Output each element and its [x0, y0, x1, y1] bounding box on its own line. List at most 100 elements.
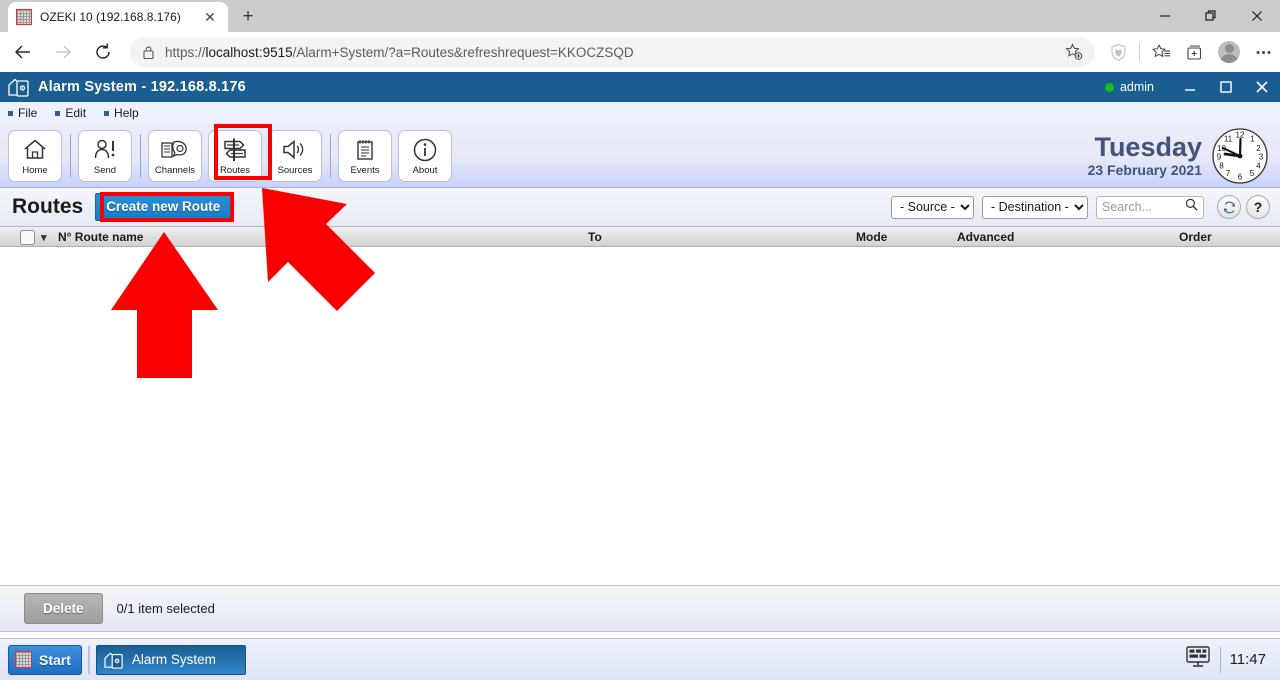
- browser-tab-strip: OZEKI 10 (192.168.8.176) ✕ +: [0, 0, 1280, 32]
- tracking-prevention-shield-icon[interactable]: [1101, 35, 1135, 69]
- back-icon[interactable]: [6, 35, 40, 69]
- online-status-dot: [1104, 82, 1114, 92]
- start-menu-icon: [15, 651, 32, 668]
- question-mark-label: ?: [1253, 199, 1263, 215]
- column-header-to[interactable]: To: [588, 230, 602, 244]
- toolbar-button-channels[interactable]: Channels: [148, 129, 202, 182]
- column-header-mode[interactable]: Mode: [856, 230, 887, 244]
- column-header-order[interactable]: Order: [1179, 230, 1212, 244]
- browser-tab[interactable]: OZEKI 10 (192.168.8.176) ✕: [8, 2, 228, 32]
- taskbar-clock[interactable]: 11:47: [1230, 651, 1266, 668]
- app-maximize-button[interactable]: [1208, 72, 1244, 102]
- svg-text:4: 4: [1256, 162, 1261, 171]
- menu-bullet-icon: [104, 110, 110, 116]
- create-new-route-button[interactable]: Create new Route: [95, 193, 232, 221]
- add-favorite-icon[interactable]: [1065, 43, 1083, 61]
- app-title: Alarm System - 192.168.8.176: [38, 79, 246, 95]
- toolbar-button-about-label: About: [412, 164, 438, 176]
- routes-table-header: ▾ N° Route name To Mode Advanced Order: [0, 226, 1280, 247]
- menu-item-help[interactable]: Help: [104, 106, 139, 120]
- column-header-advanced[interactable]: Advanced: [957, 230, 1014, 244]
- search-input[interactable]: [1102, 200, 1185, 214]
- screen: OZEKI 10 (192.168.8.176) ✕ + https://loc…: [0, 0, 1280, 680]
- toolbar-button-events-label: Events: [350, 164, 380, 176]
- toolbar-button-routes[interactable]: Routes: [208, 129, 262, 182]
- send-person-icon: [92, 136, 118, 164]
- toolbar-button-about[interactable]: About: [398, 129, 452, 182]
- display-icon[interactable]: [1185, 645, 1211, 674]
- browser-window-controls: [1142, 0, 1280, 32]
- column-header-route-name[interactable]: N° Route name: [58, 230, 143, 244]
- page-title: Routes: [12, 195, 84, 218]
- reload-icon[interactable]: [86, 35, 120, 69]
- notepad-icon: [353, 136, 377, 164]
- delete-button[interactable]: Delete: [24, 593, 103, 624]
- table-footer: Delete 0/1 item selected: [0, 586, 1280, 632]
- svg-text:3: 3: [1259, 153, 1264, 162]
- browser-close-button[interactable]: [1234, 0, 1280, 32]
- svg-text:6: 6: [1238, 173, 1243, 182]
- select-all-checkbox[interactable]: [20, 230, 35, 245]
- toolbar-button-home-label: Home: [22, 164, 48, 176]
- toolbar-button-home[interactable]: Home: [8, 129, 62, 182]
- browser-toolbar: https://localhost:9515/Alarm+System/?a=R…: [0, 32, 1280, 72]
- toolbar-button-send[interactable]: Send: [78, 129, 132, 182]
- home-icon: [22, 136, 48, 164]
- toolbar-divider: [1139, 43, 1140, 61]
- routes-table-body: [0, 247, 1280, 586]
- toolbar-button-sources-label: Sources: [277, 164, 313, 176]
- menu-bullet-icon: [8, 110, 13, 116]
- taskbar-item-alarm-system[interactable]: Alarm System: [95, 644, 246, 675]
- refresh-icon[interactable]: [1217, 195, 1241, 219]
- menu-item-edit[interactable]: Edit: [55, 106, 86, 120]
- toolbar-divider: [330, 133, 331, 178]
- tab-close-icon[interactable]: ✕: [200, 7, 220, 27]
- menu-item-file[interactable]: File: [8, 106, 37, 120]
- help-icon[interactable]: ?: [1246, 195, 1270, 219]
- date-clock-widget: Tuesday 23 February 2021 12 1 2 3 4 5 6 …: [1088, 126, 1270, 186]
- toolbar-divider: [70, 133, 71, 178]
- new-tab-button[interactable]: +: [234, 3, 262, 31]
- app-toolbar: Home Send Channels Routes Sources Events…: [0, 124, 1280, 188]
- ozeki-app-window: Alarm System - 192.168.8.176 admin File: [0, 72, 1280, 680]
- toolbar-button-channels-label: Channels: [154, 164, 196, 176]
- channels-icon: [160, 136, 190, 164]
- destination-filter-select[interactable]: - Destination -: [982, 195, 1088, 219]
- svg-text:8: 8: [1219, 162, 1224, 171]
- select-all-dropdown-icon[interactable]: ▾: [38, 230, 47, 244]
- day-name: Tuesday: [1094, 132, 1202, 163]
- profile-avatar[interactable]: [1212, 35, 1246, 69]
- toolbar-button-sources[interactable]: Sources: [268, 129, 322, 182]
- app-title-bar-right: admin: [1104, 72, 1280, 102]
- page-header-controls: - Source - - Destination - Search... ?: [891, 195, 1280, 219]
- svg-text:7: 7: [1226, 169, 1231, 178]
- menu-bullet-icon: [55, 110, 61, 116]
- start-button[interactable]: Start: [8, 644, 82, 675]
- svg-text:5: 5: [1250, 169, 1255, 178]
- menu-item-file-label: File: [18, 106, 38, 120]
- source-filter-select[interactable]: - Source -: [891, 195, 974, 219]
- tab-favicon-icon: [16, 9, 32, 25]
- address-bar[interactable]: https://localhost:9515/Alarm+System/?a=R…: [130, 37, 1095, 67]
- alarm-system-icon: [104, 651, 123, 669]
- date-block: Tuesday 23 February 2021: [1088, 134, 1202, 178]
- favorites-list-icon[interactable]: [1144, 35, 1178, 69]
- magnifier-icon[interactable]: [1185, 198, 1198, 216]
- analog-clock-icon: 12 1 2 3 4 5 6 7 8 9 10 11: [1212, 128, 1268, 184]
- app-close-button[interactable]: [1244, 72, 1280, 102]
- date-text: 23 February 2021: [1087, 161, 1202, 178]
- toolbar-button-routes-label: Routes: [219, 164, 251, 176]
- svg-text:9: 9: [1217, 153, 1222, 162]
- toolbar-divider: [140, 133, 141, 178]
- menu-item-help-label: Help: [114, 106, 139, 120]
- collections-icon[interactable]: [1178, 35, 1212, 69]
- alarm-system-logo-icon: [8, 78, 29, 97]
- search-box[interactable]: [1096, 195, 1204, 219]
- toolbar-button-events[interactable]: Events: [338, 129, 392, 182]
- taskbar-divider: [87, 645, 90, 674]
- logged-in-user[interactable]: admin: [1120, 80, 1154, 94]
- browser-more-menu-icon[interactable]: [1246, 35, 1280, 69]
- browser-maximize-button[interactable]: [1188, 0, 1234, 32]
- app-minimize-button[interactable]: [1172, 72, 1208, 102]
- browser-minimize-button[interactable]: [1142, 0, 1188, 32]
